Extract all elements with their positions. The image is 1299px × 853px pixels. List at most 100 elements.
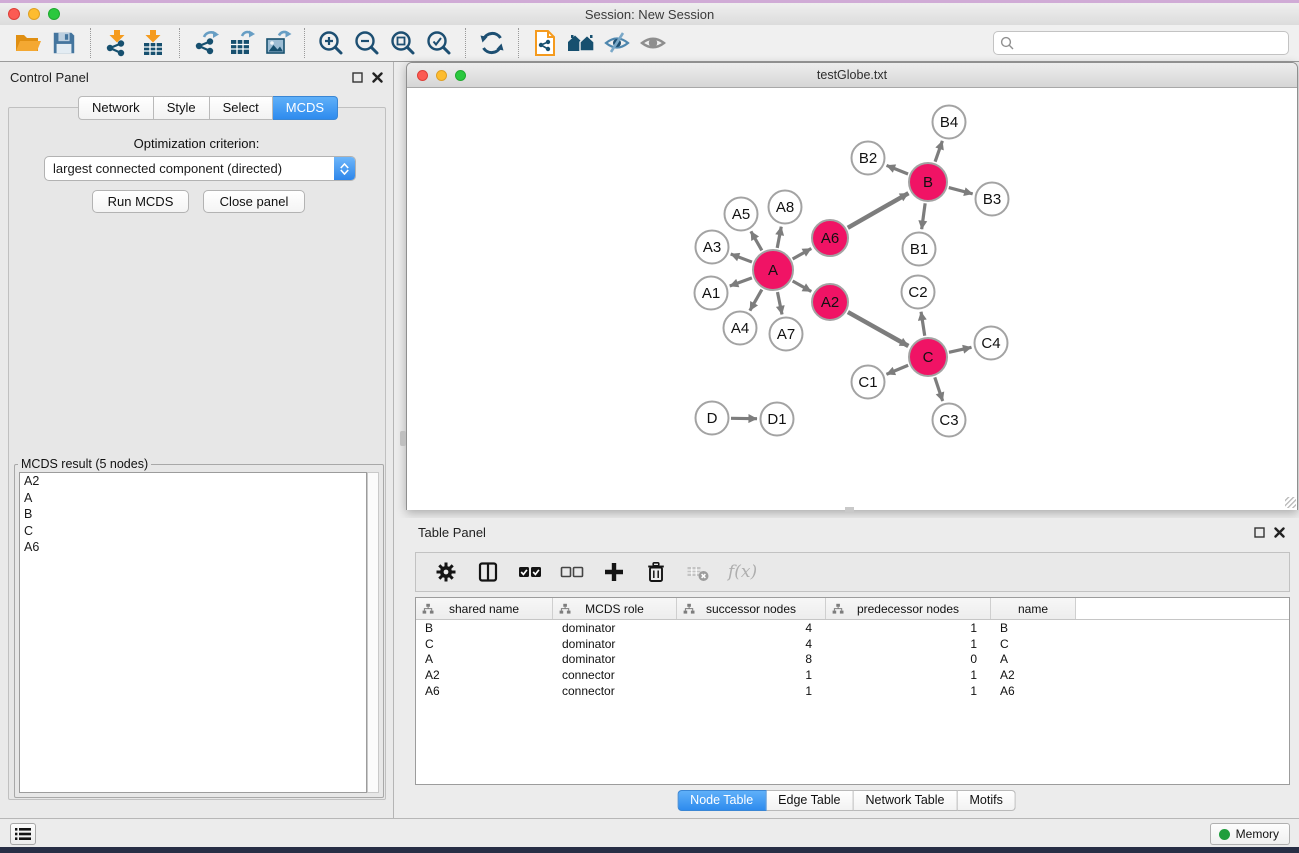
delete-column-button[interactable] (642, 556, 670, 588)
memory-button[interactable]: Memory (1210, 823, 1290, 845)
table-cell[interactable]: 1 (677, 684, 826, 698)
graph-edge-A-A4[interactable] (750, 290, 762, 311)
table-cell[interactable]: A (416, 652, 553, 666)
zoom-in-button[interactable] (313, 27, 349, 59)
import-table-button[interactable] (135, 27, 171, 59)
tab-mcds[interactable]: MCDS (273, 96, 338, 120)
table-cell[interactable]: C (991, 637, 1076, 651)
zoom-fit-button[interactable] (385, 27, 421, 59)
table-cell[interactable]: dominator (553, 621, 677, 635)
table-cell[interactable]: dominator (553, 652, 677, 666)
table-cell[interactable]: 1 (826, 637, 991, 651)
float-table-panel-icon[interactable] (1254, 527, 1265, 538)
close-panel-icon[interactable] (372, 72, 383, 83)
table-settings-button[interactable] (432, 556, 460, 588)
table-row[interactable]: Adominator80A (416, 652, 1289, 668)
graph-edge-A-A8[interactable] (777, 227, 781, 248)
table-cell[interactable]: 1 (826, 684, 991, 698)
table-cell[interactable]: B (416, 621, 553, 635)
import-network-button[interactable] (99, 27, 135, 59)
export-network-button[interactable] (188, 27, 224, 59)
table-cell[interactable]: A2 (416, 668, 553, 682)
graph-edge-A6-B[interactable] (848, 193, 909, 228)
search-input[interactable] (993, 31, 1289, 55)
add-column-button[interactable] (600, 556, 628, 588)
result-list-item[interactable]: B (20, 506, 366, 523)
graph-edge-A-A3[interactable] (731, 254, 752, 262)
table-cell[interactable]: connector (553, 684, 677, 698)
graph-edge-A-A2[interactable] (793, 281, 812, 291)
graph-edge-C-C3[interactable] (935, 377, 943, 401)
zoom-out-button[interactable] (349, 27, 385, 59)
select-all-button[interactable] (516, 556, 544, 588)
result-list-item[interactable]: C (20, 523, 366, 540)
result-scrollbar[interactable] (367, 472, 379, 793)
graph-edge-A-A6[interactable] (793, 249, 812, 259)
deselect-all-button[interactable] (558, 556, 586, 588)
table-row[interactable]: A6connector11A6 (416, 683, 1289, 699)
column-header-MCDS-role[interactable]: MCDS role (553, 598, 677, 619)
tab-select[interactable]: Select (210, 96, 273, 120)
table-cell[interactable]: 8 (677, 652, 826, 666)
tab-motifs[interactable]: Motifs (957, 790, 1015, 811)
table-cell[interactable]: C (416, 637, 553, 651)
mcds-result-list[interactable]: A2ABCA6 (19, 472, 367, 793)
table-cell[interactable]: A2 (991, 668, 1076, 682)
run-mcds-button[interactable]: Run MCDS (92, 190, 189, 213)
show-column-button[interactable] (474, 556, 502, 588)
graph-edge-B-B3[interactable] (949, 188, 973, 194)
float-panel-icon[interactable] (352, 72, 363, 83)
optimization-criterion-select[interactable]: largest connected component (directed) (44, 156, 356, 181)
network-window-titlebar[interactable]: testGlobe.txt (407, 63, 1297, 88)
horizontal-scrollbar-thumb[interactable] (845, 507, 854, 513)
table-cell[interactable]: dominator (553, 637, 677, 651)
task-history-button[interactable] (10, 823, 36, 845)
refresh-button[interactable] (474, 27, 510, 59)
show-graphics-details-button[interactable] (635, 27, 671, 59)
result-list-item[interactable]: A2 (20, 473, 366, 490)
column-header-predecessor-nodes[interactable]: predecessor nodes (826, 598, 991, 619)
divider-scrollbar-thumb[interactable] (400, 431, 406, 446)
tab-network[interactable]: Network (78, 96, 154, 120)
home-overview-button[interactable] (563, 27, 599, 59)
table-row[interactable]: A2connector11A2 (416, 667, 1289, 683)
graph-edge-B-B2[interactable] (887, 165, 908, 174)
graph-edge-A-A7[interactable] (777, 292, 782, 314)
tab-style[interactable]: Style (154, 96, 210, 120)
close-panel-button[interactable]: Close panel (203, 190, 305, 213)
table-cell[interactable]: B (991, 621, 1076, 635)
table-row[interactable]: Bdominator41B (416, 620, 1289, 636)
table-cell[interactable]: 4 (677, 637, 826, 651)
graph-edge-C-C1[interactable] (886, 365, 908, 374)
table-cell[interactable]: 4 (677, 621, 826, 635)
table-cell[interactable]: A6 (991, 684, 1076, 698)
table-cell[interactable]: connector (553, 668, 677, 682)
zoom-selected-button[interactable] (421, 27, 457, 59)
table-cell[interactable]: 1 (677, 668, 826, 682)
table-cell[interactable]: 0 (826, 652, 991, 666)
new-network-from-selection-button[interactable] (527, 27, 563, 59)
graph-canvas[interactable]: B4B2BB3A8A5A6A3B1AA1C2A2A4A7C4CC1C3DD1 (407, 89, 1297, 510)
tab-network-table[interactable]: Network Table (854, 790, 958, 811)
table-cell[interactable]: 1 (826, 668, 991, 682)
graph-edge-A2-C[interactable] (848, 312, 909, 346)
graph-edge-C-C4[interactable] (949, 347, 971, 352)
graph-edge-B-B1[interactable] (922, 203, 925, 229)
result-list-item[interactable]: A (20, 490, 366, 507)
open-session-button[interactable] (10, 27, 46, 59)
close-table-panel-icon[interactable] (1274, 527, 1285, 538)
save-session-button[interactable] (46, 27, 82, 59)
table-cell[interactable]: A6 (416, 684, 553, 698)
tab-node-table[interactable]: Node Table (677, 790, 766, 811)
hide-graphics-details-button[interactable] (599, 27, 635, 59)
graph-edge-A-A1[interactable] (730, 278, 752, 286)
graph-edge-C-C2[interactable] (921, 312, 925, 336)
table-row[interactable]: Cdominator41C (416, 636, 1289, 652)
export-table-button[interactable] (224, 27, 260, 59)
graph-edge-B-B4[interactable] (935, 141, 942, 162)
result-list-item[interactable]: A6 (20, 539, 366, 556)
export-image-button[interactable] (260, 27, 296, 59)
resize-grip[interactable] (1285, 497, 1296, 508)
column-header-successor-nodes[interactable]: successor nodes (677, 598, 826, 619)
column-header-name[interactable]: name (991, 598, 1076, 619)
